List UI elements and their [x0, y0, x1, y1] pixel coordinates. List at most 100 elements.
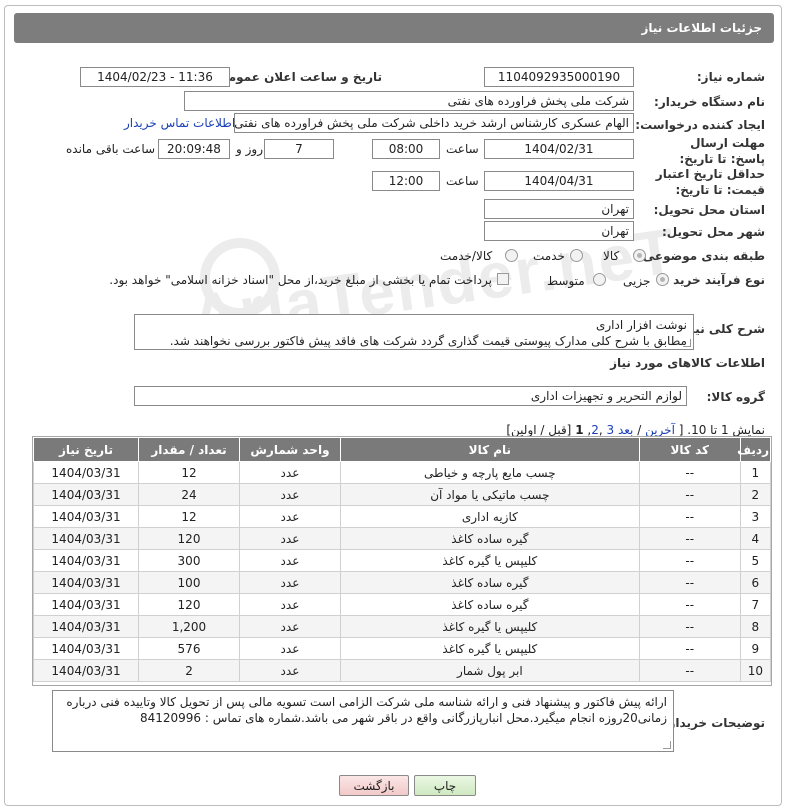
buyer-notes-label: توضیحات خریدار:: [663, 716, 765, 730]
cell-code: --: [638, 571, 741, 594]
cell-quantity: 1,200: [138, 615, 240, 638]
category-radio-both[interactable]: [505, 249, 518, 262]
cell-date: 1404/03/31: [32, 461, 140, 484]
creator-field[interactable]: الهام عسکری کارشناس ارشد خرید داخلی شرکت…: [234, 113, 634, 133]
cell-name: چسب مایع پارچه و خیاطی: [339, 461, 640, 484]
buyer-contact-link[interactable]: اطلاعات تماس خریدار: [124, 116, 235, 130]
description-line-2: مطابق با شرح کلی مدارک پیوستی قیمت گذاری…: [169, 334, 687, 348]
cell-row-number: 4: [739, 527, 772, 550]
cell-name: کلیپس یا گیره کاغذ: [339, 549, 640, 572]
cell-code: --: [638, 527, 741, 550]
panel-title: جزئیات اطلاعات نیاز: [641, 21, 762, 35]
description-textarea[interactable]: نوشت افزار اداری مطابق با شرح کلی مدارک …: [134, 314, 694, 350]
days-word: روز و: [236, 142, 263, 156]
print-button[interactable]: چاپ: [414, 775, 476, 796]
cell-quantity: 120: [138, 593, 240, 616]
pagination: نمایش 1 تا 10. [ آخرین / بعد 3 ,2, 1 [قب…: [506, 423, 765, 437]
cell-code: --: [638, 549, 741, 572]
col-header-quantity: تعداد / مقدار: [138, 437, 240, 462]
category-radio-service[interactable]: [570, 249, 583, 262]
table-row: 1 -- چسب مایع پارچه و خیاطی عدد 12 1404/03/31: [32, 461, 772, 484]
cell-name: کلیپس یا گیره کاغذ: [339, 615, 640, 638]
cell-date: 1404/03/31: [32, 593, 140, 616]
cell-row-number: 2: [739, 483, 772, 506]
pagination-prefix: نمایش 1 تا 10. [: [678, 423, 765, 437]
cell-row-number: 6: [739, 571, 772, 594]
cell-quantity: 300: [138, 549, 240, 572]
table-row: 3 -- کازیه اداری عدد 12 1404/03/31: [32, 505, 772, 528]
cell-quantity: 2: [138, 659, 240, 682]
cell-row-number: 1: [739, 461, 772, 484]
cell-code: --: [638, 593, 741, 616]
cell-unit: عدد: [238, 527, 341, 550]
price-validity-time-field[interactable]: 12:00: [372, 171, 440, 191]
price-validity-date-field[interactable]: 1404/04/31: [484, 171, 634, 191]
back-button[interactable]: بازگشت: [339, 775, 409, 796]
process-radio-medium[interactable]: [593, 273, 606, 286]
col-header-date: تاریخ نیاز: [32, 437, 140, 462]
process-radio-minor[interactable]: [656, 273, 669, 286]
days-count-field[interactable]: 7: [264, 139, 334, 159]
cell-code: --: [638, 615, 741, 638]
deadline-date-field[interactable]: 1404/02/31: [484, 139, 634, 159]
resize-handle[interactable]: [683, 339, 691, 347]
announce-label: تاریخ و ساعت اعلان عمومی:: [211, 70, 382, 84]
province-label: استان محل تحویل:: [653, 203, 765, 217]
creator-label: ایجاد کننده درخواست:: [635, 118, 765, 132]
cell-name: ابر پول شمار: [339, 659, 640, 682]
pagination-page-2[interactable]: 2: [591, 423, 599, 437]
cell-code: --: [638, 461, 741, 484]
table-row: 7 -- گیره ساده کاغذ عدد 120 1404/03/31: [32, 593, 772, 616]
cell-quantity: 12: [138, 461, 240, 484]
deadline-label: مهلت ارسال پاسخ: تا تاریخ:: [679, 136, 766, 166]
cell-name: کازیه اداری: [339, 505, 640, 528]
cell-quantity: 24: [138, 483, 240, 506]
price-validity-time-word: ساعت: [446, 174, 479, 188]
goods-table: ردیف کد کالا نام کالا واحد شمارش تعداد /…: [32, 437, 772, 682]
cell-date: 1404/03/31: [32, 571, 140, 594]
cell-unit: عدد: [238, 483, 341, 506]
table-row: 10 -- ابر پول شمار عدد 2 1404/03/31: [32, 659, 772, 682]
remaining-time-field[interactable]: 20:09:48: [158, 139, 230, 159]
table-row: 6 -- گیره ساده کاغذ عدد 100 1404/03/31: [32, 571, 772, 594]
remaining-word: ساعت باقی مانده: [66, 142, 156, 156]
cell-code: --: [638, 505, 741, 528]
buyer-org-field[interactable]: شرکت ملی پخش فراورده های نفتی: [184, 91, 634, 111]
announce-field[interactable]: 1404/02/23 - 11:36: [80, 67, 230, 87]
need-number-field[interactable]: 1104092935000190: [484, 67, 634, 87]
goods-group-label: گروه کالا:: [706, 390, 765, 404]
resize-handle[interactable]: [663, 741, 671, 749]
cell-code: --: [638, 483, 741, 506]
cell-name: کلیپس یا گیره کاغذ: [339, 637, 640, 660]
col-header-name: نام کالا: [339, 437, 640, 462]
goods-group-field[interactable]: لوازم التحریر و تجهیزات اداری: [134, 386, 687, 406]
cell-row-number: 3: [739, 505, 772, 528]
cell-unit: عدد: [238, 659, 341, 682]
deadline-time-field[interactable]: 08:00: [372, 139, 440, 159]
pagination-page-3[interactable]: 3: [606, 423, 614, 437]
cell-unit: عدد: [238, 461, 341, 484]
cell-unit: عدد: [238, 571, 341, 594]
category-radio-goods[interactable]: [633, 249, 646, 262]
treasury-checkbox[interactable]: [497, 273, 509, 285]
city-field[interactable]: تهران: [484, 221, 634, 241]
panel-header: جزئیات اطلاعات نیاز: [14, 13, 774, 43]
cell-unit: عدد: [238, 637, 341, 660]
col-header-unit: واحد شمارش: [238, 437, 341, 462]
cell-name: گیره ساده کاغذ: [339, 527, 640, 550]
cell-quantity: 12: [138, 505, 240, 528]
table-row: 5 -- کلیپس یا گیره کاغذ عدد 300 1404/03/31: [32, 549, 772, 572]
province-field[interactable]: تهران: [484, 199, 634, 219]
description-line-1: نوشت افزار اداری: [595, 318, 687, 332]
goods-section-title: اطلاعات کالاهای مورد نیاز: [610, 356, 765, 370]
pagination-suffix: [قبل / اولین]: [506, 423, 572, 437]
pagination-last-link[interactable]: آخرین: [645, 423, 675, 437]
cell-quantity: 120: [138, 527, 240, 550]
pagination-next-link[interactable]: بعد: [618, 423, 633, 437]
cell-unit: عدد: [238, 505, 341, 528]
buyer-notes-textarea[interactable]: ارائه پیش فاکتور و پیشنهاد فنی و ارائه ش…: [52, 690, 674, 752]
need-number-label: شماره نیاز:: [696, 70, 765, 84]
cell-row-number: 9: [739, 637, 772, 660]
cell-date: 1404/03/31: [32, 527, 140, 550]
cell-unit: عدد: [238, 549, 341, 572]
